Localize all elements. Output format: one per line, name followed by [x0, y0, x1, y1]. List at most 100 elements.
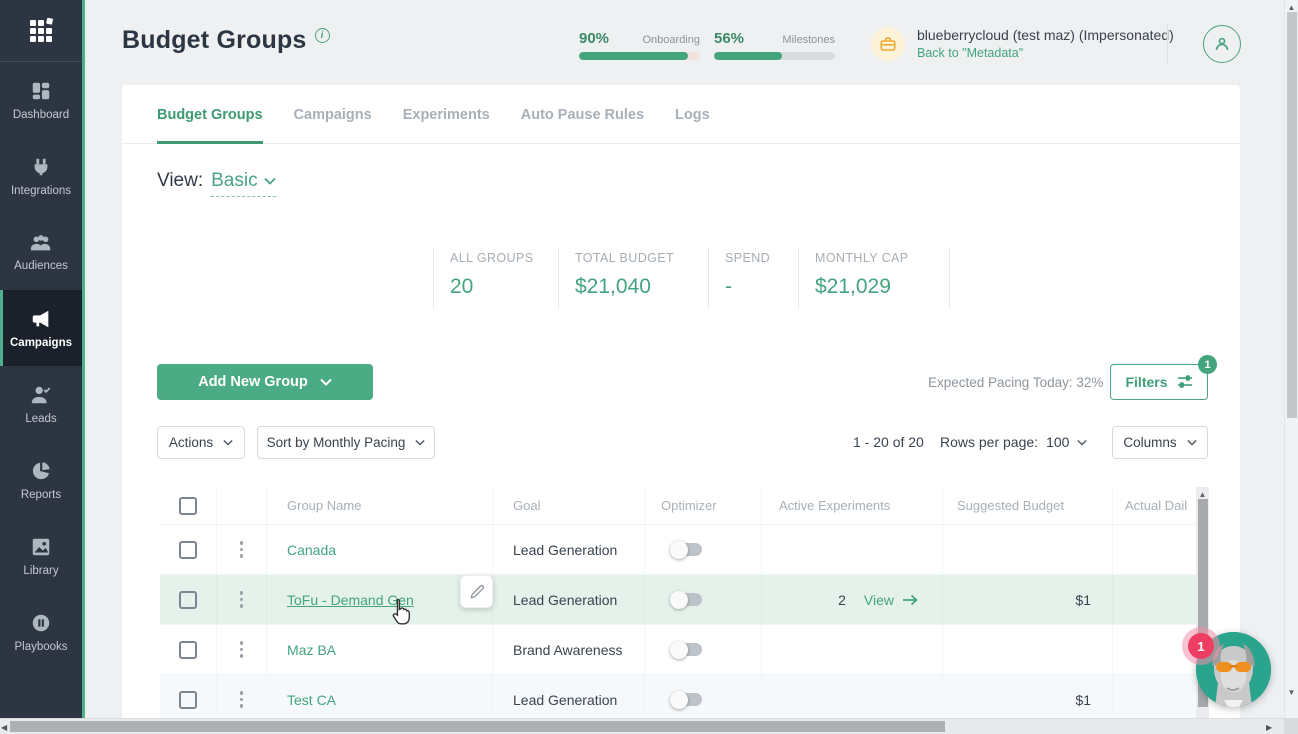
actual-daily-cell: [1112, 625, 1196, 674]
suggested-budget-cell: $1: [942, 575, 1112, 624]
page-vertical-scrollbar[interactable]: ▲ ▼: [1284, 0, 1298, 718]
sidebar-item-campaigns[interactable]: Campaigns: [0, 290, 82, 366]
onboarding-percent: 90%: [579, 30, 609, 47]
view-selector[interactable]: Basic: [211, 170, 275, 197]
tab-campaigns[interactable]: Campaigns: [294, 86, 372, 144]
scroll-right-arrow[interactable]: ▶: [1266, 723, 1272, 732]
table-header-row: Group Name Goal Optimizer Active Experim…: [160, 487, 1196, 525]
column-header-suggested-budget[interactable]: Suggested Budget: [942, 487, 1112, 524]
page-horizontal-scrollbar[interactable]: ◀ ▶: [0, 718, 1284, 734]
back-to-metadata-link[interactable]: Back to "Metadata": [917, 46, 1174, 60]
tab-logs[interactable]: Logs: [675, 86, 710, 144]
view-experiments-link[interactable]: View: [864, 592, 918, 608]
sidebar-item-library[interactable]: Library: [0, 518, 82, 594]
app-logo[interactable]: [0, 0, 82, 62]
tab-budget-groups[interactable]: Budget Groups: [157, 86, 263, 144]
info-icon[interactable]: i: [315, 28, 330, 43]
sort-dropdown[interactable]: Sort by Monthly Pacing: [257, 426, 435, 459]
onboarding-label: Onboarding: [643, 34, 701, 46]
sidebar-item-dashboard[interactable]: Dashboard: [0, 62, 82, 138]
budget-groups-table: Group Name Goal Optimizer Active Experim…: [160, 487, 1196, 725]
chevron-down-icon: [223, 439, 233, 446]
optimizer-toggle[interactable]: [672, 643, 702, 656]
column-header-active-experiments[interactable]: Active Experiments: [761, 487, 942, 524]
column-header-group-name[interactable]: Group Name: [266, 487, 492, 524]
rows-per-page-control[interactable]: Rows per page: 100: [940, 434, 1087, 450]
filters-button[interactable]: Filters: [1110, 364, 1208, 400]
active-experiments-cell: [761, 625, 942, 674]
scroll-down-arrow[interactable]: ▼: [1285, 688, 1298, 697]
stat-all-groups: ALL GROUPS 20: [433, 247, 558, 309]
sidebar-item-label: Reports: [21, 489, 61, 501]
actual-daily-cell: [1112, 525, 1196, 574]
image-icon: [30, 536, 52, 558]
row-checkbox[interactable]: [179, 541, 197, 559]
scroll-up-arrow[interactable]: ▲: [1196, 490, 1209, 499]
table-row: Canada Lead Generation: [160, 525, 1196, 575]
column-header-optimizer[interactable]: Optimizer: [644, 487, 761, 524]
select-all-checkbox[interactable]: [179, 497, 197, 515]
group-name-link[interactable]: Maz BA: [287, 642, 336, 658]
pencil-icon: [469, 584, 485, 600]
account-menu-button[interactable]: [1203, 25, 1241, 63]
metadata-logo-icon: [27, 17, 55, 45]
sidebar-item-label: Integrations: [11, 185, 71, 197]
filters-badge: 1: [1198, 355, 1217, 374]
row-menu-icon[interactable]: [217, 691, 266, 708]
row-checkbox[interactable]: [179, 641, 197, 659]
add-new-group-button[interactable]: Add New Group: [157, 364, 373, 400]
sidebar-item-label: Playbooks: [14, 641, 67, 653]
active-experiments-cell: [761, 675, 942, 724]
sidebar-item-playbooks[interactable]: Playbooks: [0, 594, 82, 670]
optimizer-toggle[interactable]: [672, 593, 702, 606]
scrollbar-corner: [1284, 718, 1298, 734]
columns-dropdown[interactable]: Columns: [1112, 426, 1208, 459]
plug-icon: [30, 156, 52, 178]
actions-dropdown[interactable]: Actions: [157, 426, 245, 459]
sidebar-item-audiences[interactable]: Audiences: [0, 214, 82, 290]
row-menu-icon[interactable]: [217, 591, 266, 608]
sidebar: Dashboard Integrations Audiences Campaig…: [0, 0, 85, 718]
tabs-row: Budget Groups Campaigns Experiments Auto…: [122, 85, 1240, 144]
goal-cell: Lead Generation: [492, 525, 644, 574]
page-scrollbar-thumb[interactable]: [1287, 12, 1297, 418]
pagination-range: 1 - 20 of 20: [853, 434, 924, 450]
column-header-actual-daily[interactable]: Actual Dail: [1112, 487, 1196, 524]
actual-daily-cell: [1112, 575, 1196, 624]
sidebar-item-leads[interactable]: Leads: [0, 366, 82, 442]
sidebar-item-reports[interactable]: Reports: [0, 442, 82, 518]
row-checkbox[interactable]: [179, 691, 197, 709]
goal-cell: Lead Generation: [492, 675, 644, 724]
workspace-icon-circle: [871, 27, 905, 61]
edit-group-button[interactable]: [460, 575, 493, 608]
page-title: Budget Groups: [122, 26, 307, 55]
sidebar-item-label: Leads: [25, 413, 56, 425]
goal-cell: Brand Awareness: [492, 625, 644, 674]
row-checkbox[interactable]: [179, 591, 197, 609]
optimizer-toggle[interactable]: [672, 543, 702, 556]
tab-auto-pause-rules[interactable]: Auto Pause Rules: [521, 86, 644, 144]
sidebar-item-label: Campaigns: [10, 337, 72, 349]
sidebar-item-integrations[interactable]: Integrations: [0, 138, 82, 214]
column-header-goal[interactable]: Goal: [492, 487, 644, 524]
group-name-link[interactable]: Canada: [287, 542, 336, 558]
optimizer-toggle[interactable]: [672, 693, 702, 706]
scroll-up-arrow[interactable]: ▲: [1285, 3, 1298, 12]
user-block: blueberrycloud (test maz) (Impersonated)…: [871, 27, 1174, 61]
expected-pacing-text: Expected Pacing Today: 32%: [928, 375, 1103, 390]
dashboard-icon: [30, 80, 52, 102]
onboarding-progress[interactable]: 90% Onboarding: [579, 30, 700, 60]
chevron-down-icon: [1077, 439, 1087, 446]
group-name-link[interactable]: Test CA: [287, 692, 336, 708]
stat-spend: SPEND -: [708, 247, 798, 309]
milestones-label: Milestones: [782, 34, 835, 46]
milestones-progress[interactable]: 56% Milestones: [714, 30, 835, 60]
row-menu-icon[interactable]: [217, 641, 266, 658]
tab-experiments[interactable]: Experiments: [403, 86, 490, 144]
mouse-cursor-hand: [388, 598, 412, 626]
row-menu-icon[interactable]: [217, 541, 266, 558]
scroll-left-arrow[interactable]: ◀: [1, 723, 7, 732]
experiments-count: 2: [838, 592, 846, 608]
horizontal-scrollbar-thumb[interactable]: [10, 721, 945, 732]
people-icon: [29, 233, 53, 253]
